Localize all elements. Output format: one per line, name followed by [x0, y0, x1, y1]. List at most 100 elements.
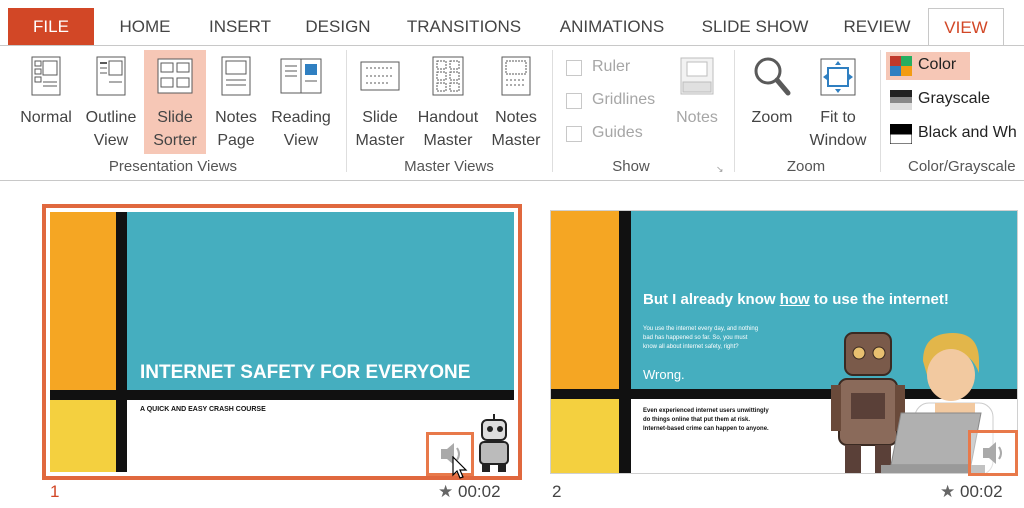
- color-option-label: Color: [918, 56, 957, 73]
- slide-1-timing: ★ 00:02: [438, 482, 501, 502]
- reading-view-label-1: Reading: [271, 109, 331, 126]
- guides-checkbox-box[interactable]: [566, 126, 582, 142]
- gridlines-label: Gridlines: [592, 91, 656, 108]
- slide-2-footer: Even experienced internet users unwittin…: [643, 407, 769, 434]
- ruler-label: Ruler: [592, 58, 631, 75]
- group-label-zoom: Zoom: [786, 158, 826, 175]
- tab-slide-show[interactable]: SLIDE SHOW: [694, 8, 816, 46]
- group-separator: [880, 50, 881, 172]
- slide-2-audio-button[interactable]: [968, 430, 1018, 476]
- slide-2-number: 2: [552, 482, 562, 501]
- notes-toggle-label: Notes: [676, 109, 718, 126]
- ruler-checkbox[interactable]: Ruler: [566, 56, 666, 82]
- notes-pane-icon: [680, 57, 714, 95]
- guides-label: Guides: [592, 124, 643, 141]
- tab-insert[interactable]: INSERT: [196, 8, 284, 46]
- grayscale-option[interactable]: Grayscale: [886, 86, 1024, 114]
- slide-2-body-line: You use the internet every day, and noth…: [643, 326, 759, 332]
- slide-2-yellow-block: [551, 399, 619, 473]
- tab-home[interactable]: HOME: [102, 8, 188, 46]
- notes-master-label-1: Notes: [495, 109, 537, 126]
- notes-page-button[interactable]: Notes Page: [208, 50, 264, 154]
- slide-1-time: 00:02: [457, 482, 501, 501]
- normal-view-button[interactable]: Normal: [12, 50, 80, 154]
- outline-view-label-1: Outline: [85, 109, 137, 126]
- black-and-white-swatch-icon: [890, 124, 912, 144]
- tab-review[interactable]: REVIEW: [832, 8, 922, 46]
- group-separator: [346, 50, 347, 172]
- slide-thumbnail-2[interactable]: But I already know how to use the intern…: [550, 210, 1018, 474]
- handout-master-button[interactable]: Handout Master: [410, 50, 486, 154]
- group-label-color-grayscale: Color/Grayscale: [908, 158, 1016, 175]
- fit-to-window-label-1: Fit to: [820, 109, 856, 126]
- guides-checkbox[interactable]: Guides: [566, 122, 666, 148]
- color-option[interactable]: Color: [886, 52, 970, 80]
- gridlines-checkbox[interactable]: Gridlines: [566, 89, 666, 115]
- normal-view-label: Normal: [20, 109, 72, 126]
- notes-page-label-2: Page: [217, 132, 255, 149]
- slide-2-timing: ★ 00:02: [940, 482, 1003, 502]
- slide-2-time: 00:02: [959, 482, 1003, 501]
- black-and-white-option-label: Black and Wh: [918, 124, 1017, 141]
- slide-2-title-pre: But I already know: [643, 291, 780, 308]
- grayscale-option-label: Grayscale: [918, 90, 991, 107]
- group-label-presentation-views: Presentation Views: [108, 158, 238, 175]
- reading-view-button[interactable]: Reading View: [266, 50, 336, 154]
- black-and-white-option[interactable]: Black and Wh: [886, 120, 1024, 148]
- color-swatch-icon: [890, 56, 912, 76]
- tab-file[interactable]: FILE: [8, 8, 94, 46]
- slide-1-orange-block: [50, 212, 116, 390]
- handout-master-label-2: Master: [423, 132, 473, 149]
- slide-1-horizontal-bar: [50, 390, 514, 400]
- normal-view-icon: [31, 56, 61, 96]
- fit-to-window-button[interactable]: Fit to Window: [804, 50, 872, 154]
- slide-sorter-label-1: Slide: [157, 109, 193, 126]
- tab-design[interactable]: DESIGN: [292, 8, 384, 46]
- handout-master-label-1: Handout: [417, 109, 479, 126]
- magnifier-icon: [754, 57, 791, 96]
- animation-star-icon: ★: [438, 482, 454, 501]
- slide-2-orange-block: [551, 211, 619, 389]
- reading-view-icon: [280, 58, 322, 94]
- slide-sorter-button[interactable]: Slide Sorter: [144, 50, 206, 154]
- slide-2-body-line: bad has happened so far. So, you must: [643, 335, 748, 341]
- zoom-label: Zoom: [751, 109, 793, 126]
- tab-view[interactable]: VIEW: [928, 8, 1004, 47]
- group-separator: [552, 50, 553, 172]
- grayscale-swatch-icon: [890, 90, 912, 110]
- ruler-checkbox-box[interactable]: [566, 60, 582, 76]
- handout-master-icon: [432, 56, 464, 96]
- outline-view-icon: [96, 56, 126, 96]
- slide-1-subtitle: A QUICK AND EASY CRASH COURSE: [140, 406, 266, 413]
- notes-master-icon: [501, 56, 531, 96]
- gridlines-checkbox-box[interactable]: [566, 93, 582, 109]
- tab-animations[interactable]: ANIMATIONS: [546, 8, 678, 46]
- slide-1-number: 1: [50, 482, 60, 501]
- notes-master-label-2: Master: [491, 132, 541, 149]
- slide-2-title: But I already know how to use the intern…: [643, 291, 949, 308]
- speaker-icon: [983, 442, 1002, 464]
- slide-2-body: You use the internet every day, and noth…: [643, 325, 758, 352]
- notes-master-button[interactable]: Notes Master: [486, 50, 546, 154]
- fit-to-window-label-2: Window: [809, 132, 867, 149]
- group-label-show: Show: [612, 158, 650, 175]
- slide-2-footer-line: do things online that put them at risk.: [643, 417, 751, 423]
- slide-2-title-link: how: [779, 291, 810, 308]
- slide-2-body-line: know all about internet safety, right?: [643, 344, 739, 350]
- tab-transitions[interactable]: TRANSITIONS: [398, 8, 530, 46]
- notes-toggle-button[interactable]: Notes: [668, 50, 726, 154]
- slide-1-vertical-bar: [116, 212, 127, 472]
- slide-2-footer-line: Internet-based crime can happen to anyon…: [643, 426, 769, 432]
- zoom-button[interactable]: Zoom: [740, 50, 804, 154]
- slide-master-button[interactable]: Slide Master: [350, 50, 410, 154]
- ribbon: Normal Outline View Slide Sorter Notes P…: [0, 45, 1024, 181]
- slide-master-label-2: Master: [355, 132, 405, 149]
- reading-view-label-2: View: [283, 132, 319, 149]
- notes-page-icon: [221, 56, 251, 96]
- show-dialog-launcher-icon[interactable]: ↘: [716, 164, 724, 175]
- ribbon-tab-bar: FILE HOME INSERT DESIGN TRANSITIONS ANIM…: [0, 0, 1024, 47]
- outline-view-button[interactable]: Outline View: [80, 50, 142, 154]
- slide-master-icon: [360, 61, 400, 91]
- outline-view-label-2: View: [93, 132, 129, 149]
- animation-star-icon: ★: [940, 482, 956, 501]
